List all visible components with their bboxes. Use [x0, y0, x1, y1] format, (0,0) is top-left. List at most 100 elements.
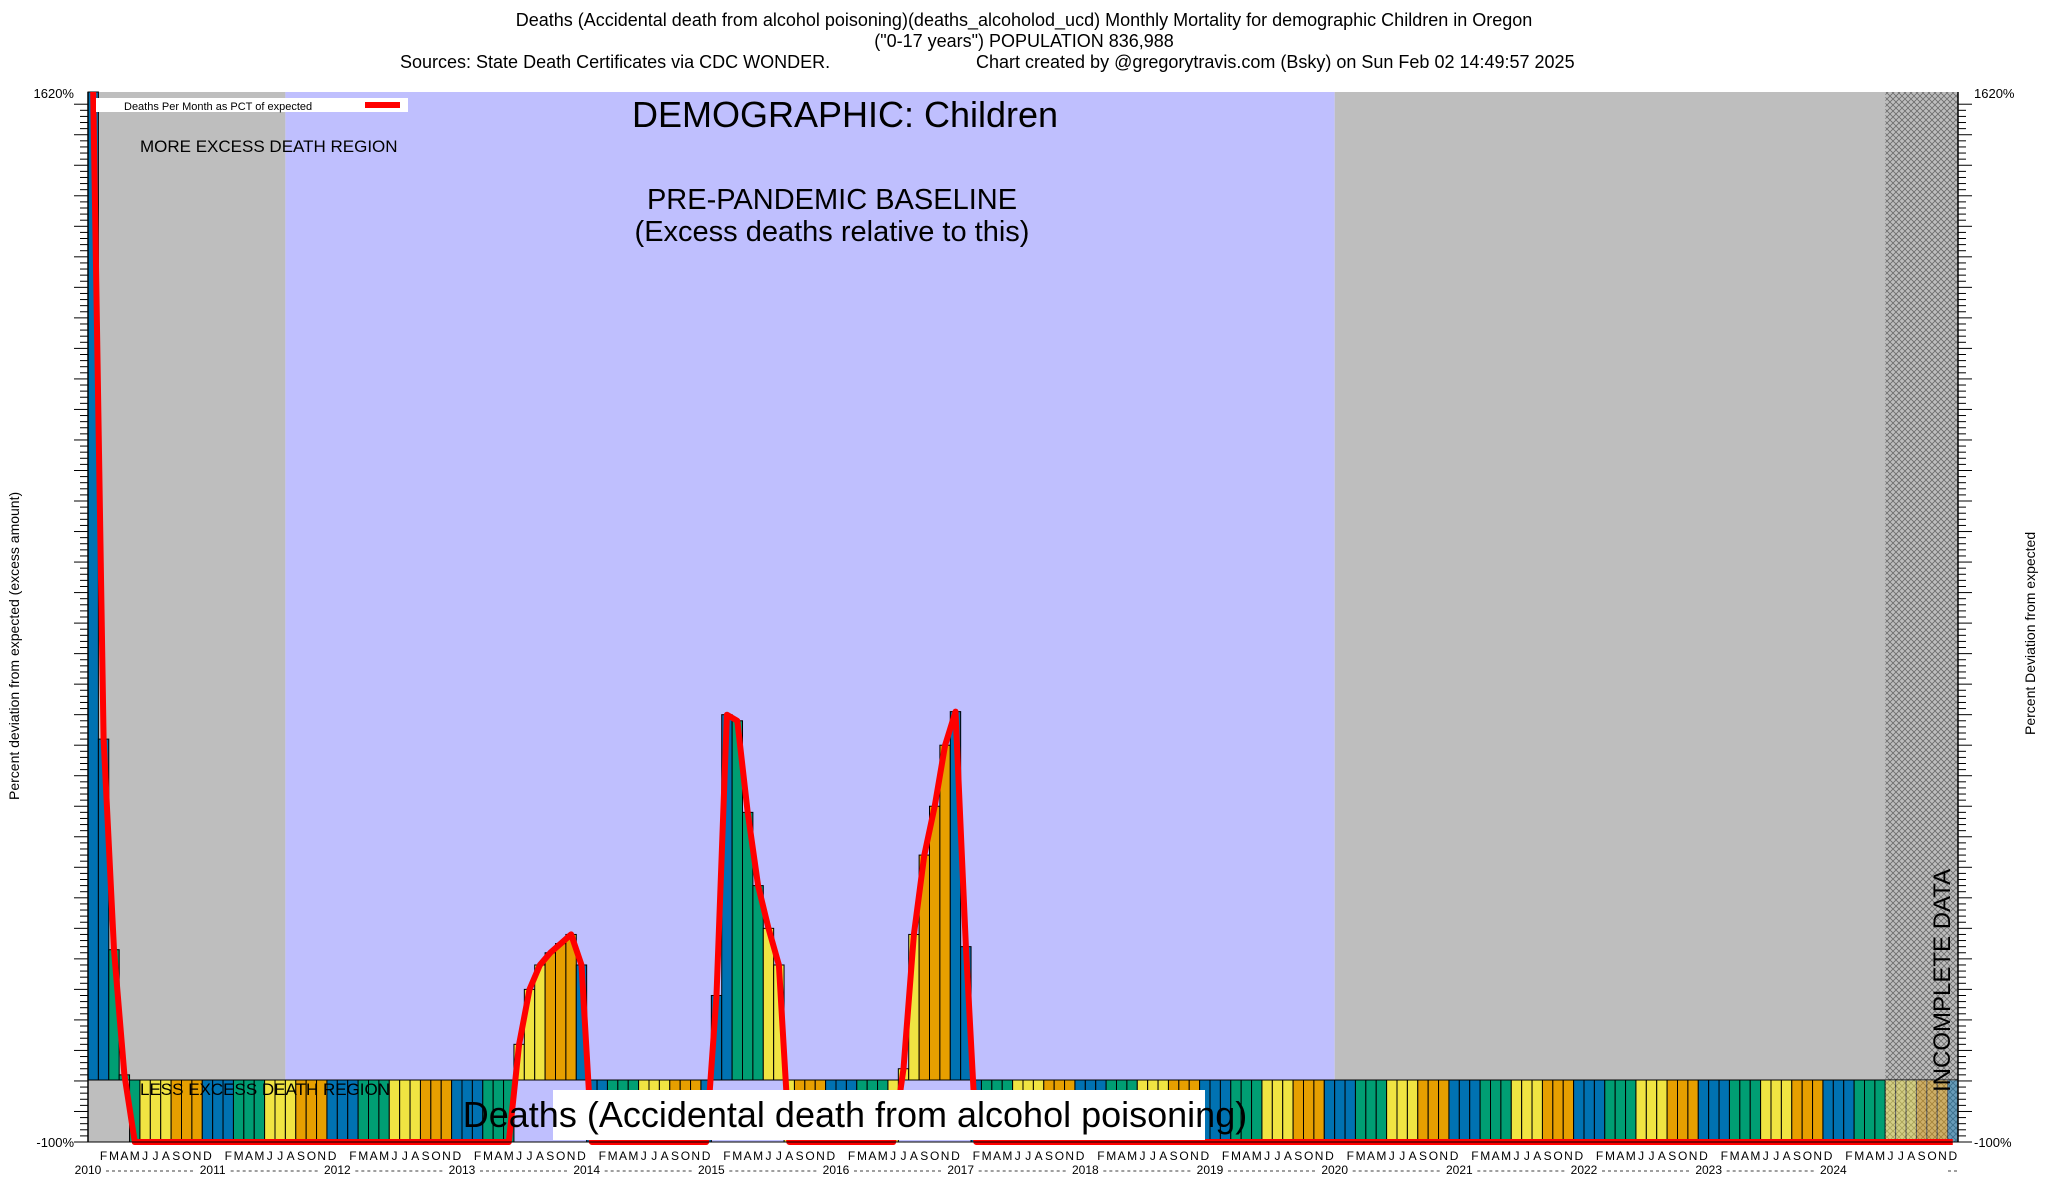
x-tick-month: A — [1118, 1149, 1126, 1163]
bar-month-45 — [555, 943, 567, 1081]
x-tick-month: J — [651, 1149, 657, 1163]
x-tick-year-2019: 2019 — [1197, 1163, 1224, 1177]
x-tick-month: D — [1325, 1149, 1334, 1163]
x-tick-month: J — [402, 1149, 408, 1163]
bar-month-159 — [1739, 1079, 1751, 1143]
x-tick-month: N — [1190, 1149, 1199, 1163]
bar-month-33 — [430, 1079, 442, 1143]
x-tick-month: A — [1492, 1149, 1500, 1163]
x-tick-month: A — [120, 1149, 128, 1163]
annotation-less-excess: LESS EXCESS DEATH REGION — [140, 1080, 390, 1099]
x-tick-month: D — [577, 1149, 586, 1163]
bar-month-166 — [1812, 1079, 1824, 1143]
x-tick-month: J — [1898, 1149, 1904, 1163]
x-tick-month: J — [153, 1149, 159, 1163]
x-tick-month: F — [848, 1149, 855, 1163]
x-tick-month: M — [1480, 1149, 1490, 1163]
x-tick-month: M — [1127, 1149, 1137, 1163]
bottom-caption: Deaths (Accidental death from alcohol po… — [463, 1094, 1247, 1135]
x-tick-month: D — [951, 1149, 960, 1163]
x-tick-month: J — [516, 1149, 522, 1163]
bar-month-165 — [1801, 1079, 1814, 1143]
x-tick-month: M — [732, 1149, 742, 1163]
bar-month-163 — [1780, 1079, 1793, 1143]
x-tick-month: M — [608, 1149, 618, 1163]
x-tick-month: O — [681, 1149, 690, 1163]
x-tick-month: F — [1845, 1149, 1852, 1163]
bar-month-112 — [1251, 1079, 1263, 1143]
x-tick-month: A — [744, 1149, 752, 1163]
x-tick-month: D — [1948, 1149, 1957, 1163]
x-tick-month: J — [1773, 1149, 1779, 1163]
y-tick-label-top-right: 1620% — [1974, 86, 2015, 101]
x-tick-month: N — [1065, 1149, 1074, 1163]
x-tick-month: A — [619, 1149, 627, 1163]
x-tick-month: S — [1170, 1149, 1178, 1163]
bar-month-115 — [1282, 1079, 1294, 1143]
x-tick-month: A — [1242, 1149, 1250, 1163]
x-tick-month: J — [1025, 1149, 1031, 1163]
x-tick-month: J — [1275, 1149, 1281, 1163]
x-tick-month: M — [1875, 1149, 1885, 1163]
bar-month-139 — [1531, 1079, 1543, 1143]
bar-month-136 — [1500, 1079, 1512, 1143]
x-tick-month: S — [172, 1149, 180, 1163]
bar-month-158 — [1728, 1079, 1741, 1143]
x-tick-year-2011: 2011 — [200, 1163, 226, 1177]
bar-month-46 — [565, 933, 577, 1081]
x-tick-month: A — [1866, 1149, 1874, 1163]
x-tick-month: S — [1668, 1149, 1676, 1163]
x-tick-month: S — [1045, 1149, 1053, 1163]
x-tick-month: F — [1471, 1149, 1478, 1163]
x-tick-year-2013: 2013 — [449, 1163, 476, 1177]
bar-month-155 — [1697, 1079, 1710, 1143]
bar-month-113 — [1261, 1079, 1273, 1143]
x-tick-month: O — [1179, 1149, 1188, 1163]
x-tick-month: M — [857, 1149, 867, 1163]
x-tick-month: D — [826, 1149, 835, 1163]
x-tick-month: N — [1689, 1149, 1698, 1163]
bar-month-147 — [1614, 1079, 1627, 1143]
x-tick-month: O — [556, 1149, 565, 1163]
x-tick-month: J — [142, 1149, 148, 1163]
x-tick-month: M — [1750, 1149, 1760, 1163]
bar-month-164 — [1791, 1079, 1803, 1143]
bar-month-167 — [1822, 1079, 1834, 1143]
x-tick-month: A — [245, 1149, 253, 1163]
x-tick-month: S — [671, 1149, 679, 1163]
bar-month-140 — [1541, 1079, 1554, 1143]
x-tick-month: A — [1907, 1149, 1915, 1163]
bar-month-126 — [1396, 1079, 1408, 1143]
x-tick-month: F — [599, 1149, 606, 1163]
bar-month-43 — [534, 964, 546, 1081]
bar-month-152 — [1666, 1079, 1678, 1143]
x-tick-year-2017: 2017 — [947, 1163, 974, 1177]
x-tick-month: S — [422, 1149, 430, 1163]
y-tick-label-bottom-right: -100% — [1974, 1135, 2012, 1150]
annotation-incomplete-data: INCOMPLETE DATA — [1929, 869, 1956, 1092]
x-tick-month: D — [1574, 1149, 1583, 1163]
x-tick-month: M — [358, 1149, 368, 1163]
x-tick-month: A — [411, 1149, 419, 1163]
x-tick-month: O — [1429, 1149, 1438, 1163]
bar-month-130 — [1438, 1079, 1450, 1143]
y-axis-label-left: Percent deviation from expected (excess … — [6, 491, 22, 800]
x-tick-month: M — [753, 1149, 763, 1163]
x-tick-month: N — [317, 1149, 326, 1163]
x-tick-month: F — [100, 1149, 107, 1163]
bar-month-141 — [1552, 1079, 1564, 1143]
x-tick-month: O — [1678, 1149, 1687, 1163]
x-tick-month: A — [1783, 1149, 1791, 1163]
x-tick-month: J — [1015, 1149, 1021, 1163]
x-tick-month: F — [1347, 1149, 1354, 1163]
bar-month-171 — [1864, 1079, 1876, 1143]
x-tick-month: A — [661, 1149, 669, 1163]
x-tick-month: A — [1035, 1149, 1043, 1163]
bar-month-34 — [440, 1079, 453, 1143]
x-tick-month: J — [1638, 1149, 1644, 1163]
bar-month-35 — [451, 1079, 463, 1143]
x-tick-year-2022: 2022 — [1571, 1163, 1598, 1177]
x-tick-month: N — [1938, 1149, 1947, 1163]
x-tick-month: O — [182, 1149, 191, 1163]
bar-month-137 — [1510, 1079, 1523, 1143]
